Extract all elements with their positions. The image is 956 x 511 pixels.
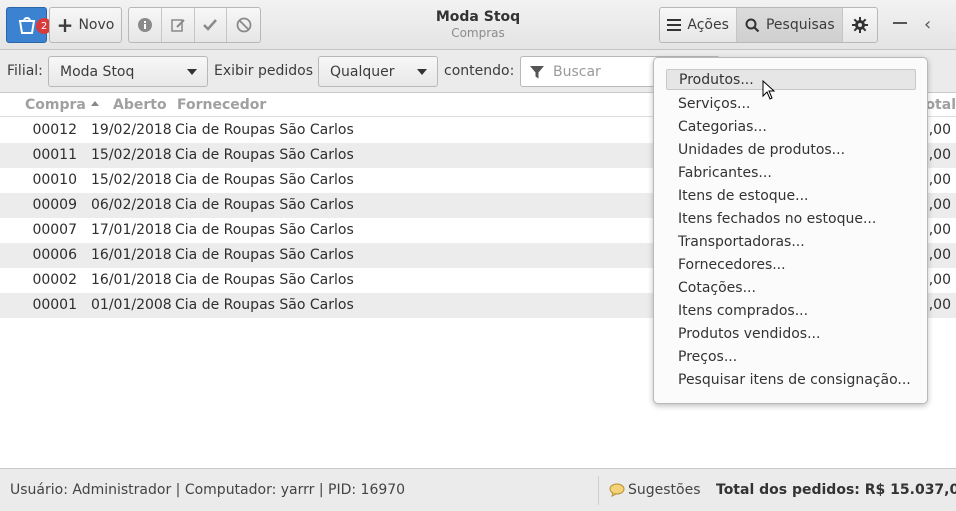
show-orders-select-value: Qualquer — [330, 63, 395, 80]
cell-opened: 06/02/2018 — [91, 197, 172, 213]
cell-supplier: Cia de Roupas São Carlos — [175, 222, 354, 238]
new-button[interactable]: + Novo — [49, 7, 122, 43]
cell-purchase: 00011 — [32, 147, 77, 163]
menu-item-produtos[interactable]: Produtos... — [666, 69, 916, 90]
menu-item-transportadoras[interactable]: Transportadoras... — [666, 231, 916, 252]
column-header-opened[interactable]: Aberto — [113, 97, 167, 113]
cell-supplier: Cia de Roupas São Carlos — [175, 122, 354, 138]
menu-item-cotacoes[interactable]: Cotações... — [666, 277, 916, 298]
cell-purchase: 00007 — [32, 222, 77, 238]
cancel-button[interactable] — [227, 8, 260, 42]
menu-item-itens-comprados[interactable]: Itens comprados... — [666, 300, 916, 321]
cell-supplier: Cia de Roupas São Carlos — [175, 197, 354, 213]
header-menu-group: Ações Pesquisas — [659, 7, 878, 43]
suggestions-button[interactable]: Sugestões — [609, 482, 701, 498]
menu-item-consignacao[interactable]: Pesquisar itens de consignação... — [666, 369, 916, 390]
new-button-label: Novo — [78, 17, 115, 33]
speech-bubble-icon — [609, 483, 625, 497]
branch-label: Filial: — [7, 63, 43, 79]
actions-menu-label: Ações — [687, 17, 729, 33]
cell-supplier: Cia de Roupas São Carlos — [175, 172, 354, 188]
cell-opened: 15/02/2018 — [91, 172, 172, 188]
menu-item-unidades[interactable]: Unidades de produtos... — [666, 139, 916, 160]
confirm-button[interactable] — [195, 8, 228, 42]
column-header-total[interactable]: Total — [928, 97, 956, 113]
menu-item-produtos-vendidos[interactable]: Produtos vendidos... — [666, 323, 916, 344]
info-icon — [137, 18, 152, 32]
app-launcher-icon — [18, 17, 35, 34]
cell-supplier: Cia de Roupas São Carlos — [175, 272, 354, 288]
gear-icon — [852, 17, 869, 33]
search-placeholder: Buscar — [553, 63, 601, 80]
status-divider — [598, 476, 599, 505]
window-title: Moda Stoq — [435, 9, 521, 25]
menu-item-itens-fechados[interactable]: Itens fechados no estoque... — [666, 208, 916, 229]
show-orders-select[interactable]: Qualquer — [318, 56, 438, 87]
cell-opened: 01/01/2008 — [91, 297, 172, 313]
row-actions-group — [128, 7, 261, 43]
cell-purchase: 00010 — [32, 172, 77, 188]
checkmark-icon — [203, 19, 218, 31]
cell-purchase: 00009 — [32, 197, 77, 213]
actions-menu-button[interactable]: Ações — [660, 8, 738, 42]
plus-icon: + — [56, 13, 74, 37]
column-header-purchase[interactable]: Compra — [25, 97, 86, 113]
menu-item-itens-estoque[interactable]: Itens de estoque... — [666, 185, 916, 206]
cell-supplier: Cia de Roupas São Carlos — [175, 247, 354, 263]
details-button[interactable] — [129, 8, 162, 42]
status-bar: Usuário: Administrador | Computador: yar… — [0, 470, 956, 511]
branch-select[interactable]: Moda Stoq — [48, 56, 208, 87]
filter-icon — [530, 65, 544, 78]
settings-button[interactable] — [843, 8, 877, 42]
searches-menu-button[interactable]: Pesquisas — [737, 8, 844, 42]
suggestions-label: Sugestões — [628, 482, 701, 498]
cell-opened: 19/02/2018 — [91, 122, 172, 138]
cell-opened: 16/01/2018 — [91, 247, 172, 263]
launcher-button[interactable]: 2 — [6, 7, 52, 43]
sort-ascending-icon — [91, 101, 99, 106]
back-chevron-icon[interactable]: ‹ — [924, 14, 931, 35]
cell-purchase: 00006 — [32, 247, 77, 263]
branch-select-value: Moda Stoq — [60, 63, 135, 80]
cell-opened: 16/01/2018 — [91, 272, 172, 288]
cancel-icon — [236, 17, 252, 33]
containing-label: contendo: — [444, 63, 515, 79]
cell-opened: 15/02/2018 — [91, 147, 172, 163]
cell-purchase: 00012 — [32, 122, 77, 138]
chevron-down-icon — [187, 69, 197, 75]
cell-supplier: Cia de Roupas São Carlos — [175, 297, 354, 313]
mouse-cursor-icon — [762, 80, 776, 100]
orders-total: Total dos pedidos: R$ 15.037,00 — [716, 482, 956, 498]
minimize-icon[interactable] — [893, 22, 907, 24]
hamburger-icon — [667, 19, 682, 31]
cell-opened: 17/01/2018 — [91, 222, 172, 238]
cell-supplier: Cia de Roupas São Carlos — [175, 147, 354, 163]
search-icon — [745, 18, 760, 32]
edit-icon — [170, 19, 185, 32]
window-subtitle: Compras — [451, 26, 505, 40]
searches-menu: Produtos... Serviços... Categorias... Un… — [653, 57, 928, 404]
show-orders-label: Exibir pedidos — [214, 63, 314, 79]
session-info: Usuário: Administrador | Computador: yar… — [10, 482, 406, 498]
chevron-down-icon — [417, 69, 427, 75]
column-header-supplier[interactable]: Fornecedor — [177, 97, 266, 113]
edit-button[interactable] — [162, 8, 195, 42]
menu-item-fornecedores[interactable]: Fornecedores... — [666, 254, 916, 275]
menu-item-fabricantes[interactable]: Fabricantes... — [666, 162, 916, 183]
cell-purchase: 00001 — [32, 297, 77, 313]
cell-purchase: 00002 — [32, 272, 77, 288]
header-bar: 2 + Novo Moda Stoq Compras Ações Pesquis… — [0, 0, 956, 50]
menu-item-servicos[interactable]: Serviços... — [666, 93, 916, 114]
searches-menu-label: Pesquisas — [765, 17, 835, 33]
window-title-area: Moda Stoq Compras — [378, 9, 578, 40]
menu-item-precos[interactable]: Preços... — [666, 346, 916, 367]
menu-item-categorias[interactable]: Categorias... — [666, 116, 916, 137]
